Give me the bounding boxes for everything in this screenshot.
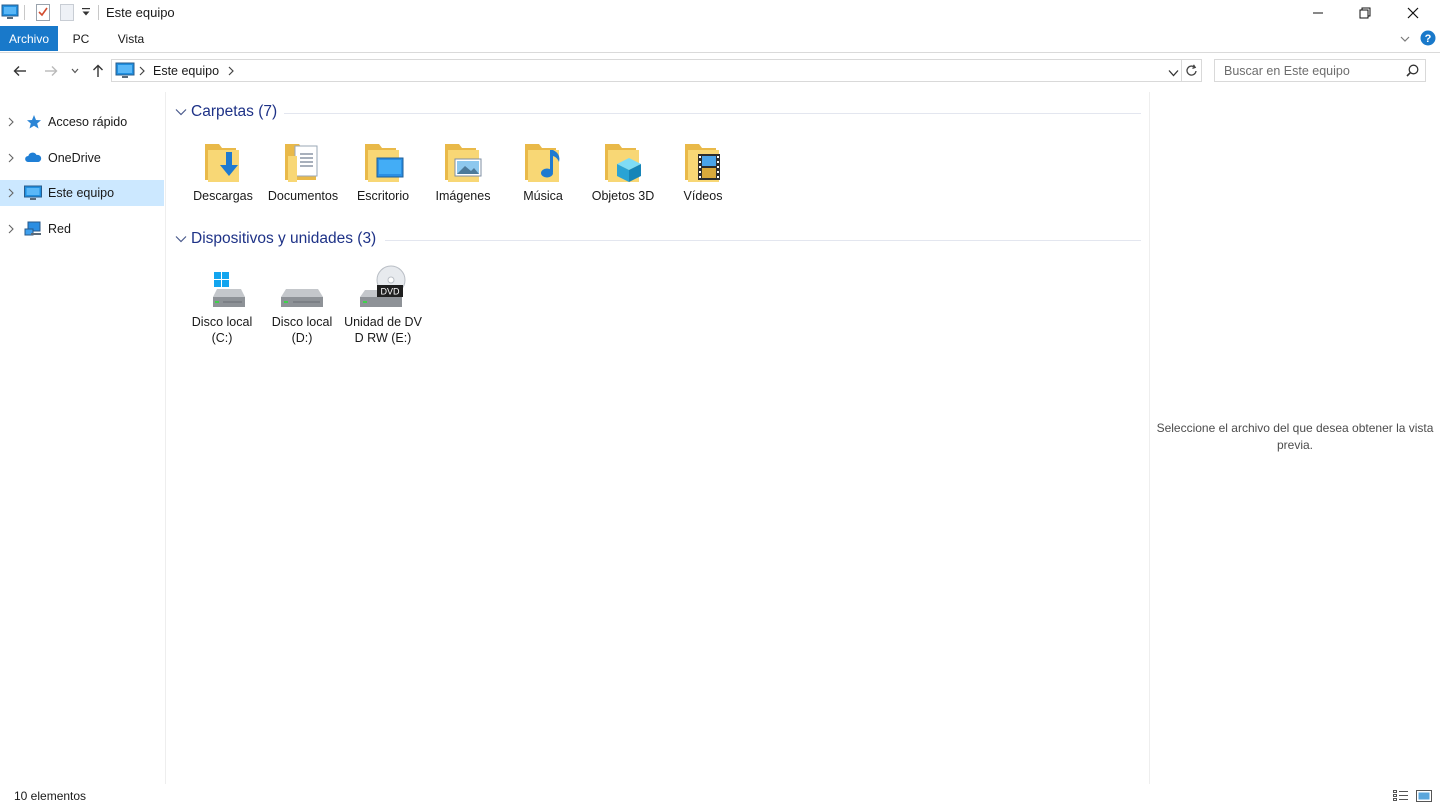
tab-archivo[interactable]: Archivo xyxy=(0,26,58,51)
tile-label: Documentos xyxy=(267,189,339,203)
expand-chevron-icon[interactable] xyxy=(7,117,15,127)
expand-chevron-icon[interactable] xyxy=(7,224,15,234)
tile-label: Vídeos xyxy=(683,189,723,203)
customize-qat-dropdown[interactable] xyxy=(79,3,93,21)
breadcrumb-este-equipo[interactable]: Este equipo xyxy=(153,64,219,78)
folder-tile-musica[interactable]: Música xyxy=(504,132,582,204)
tile-label: Imágenes xyxy=(435,189,491,203)
computer-icon xyxy=(115,62,135,79)
breadcrumb-separator-chevron-icon xyxy=(139,65,145,79)
computer-icon xyxy=(24,185,42,200)
network-icon xyxy=(24,221,41,236)
large-icons-view-icon[interactable] xyxy=(1415,788,1433,804)
refresh-icon[interactable] xyxy=(1186,64,1198,80)
tile-label: Objetos 3D xyxy=(591,189,655,203)
preview-message: Seleccione el archivo del que desea obte… xyxy=(1156,421,1434,452)
properties-icon[interactable] xyxy=(33,3,53,21)
sidebar-item-red[interactable]: Red xyxy=(0,216,164,242)
up-arrow-icon[interactable] xyxy=(88,61,108,81)
forward-arrow-icon[interactable] xyxy=(41,61,61,81)
address-history-chevron-icon[interactable] xyxy=(1168,66,1179,80)
documents-folder-icon xyxy=(264,132,342,184)
folder-tile-imagenes[interactable]: Imágenes xyxy=(424,132,502,204)
folder-tile-documentos[interactable]: Documentos xyxy=(264,132,342,204)
star-icon xyxy=(27,115,41,129)
folder-tile-escritorio[interactable]: Escritorio xyxy=(344,132,422,204)
computer-icon[interactable] xyxy=(0,3,20,21)
back-arrow-icon[interactable] xyxy=(10,61,30,81)
search-input[interactable]: Buscar en Este equipo xyxy=(1224,64,1350,78)
sidebar-item-onedrive[interactable]: OneDrive xyxy=(0,145,164,171)
tile-label: Disco local (D:) xyxy=(271,315,333,345)
drive-tile-e[interactable]: DVD Unidad de DVD RW (E:) xyxy=(344,260,422,346)
desktop-folder-icon xyxy=(344,132,422,184)
collapse-chevron-icon[interactable] xyxy=(175,235,187,243)
group-title: Dispositivos y unidades (3) xyxy=(191,230,377,247)
search-box[interactable]: Buscar en Este equipo xyxy=(1214,59,1426,82)
tile-label: Música xyxy=(523,189,563,203)
folder-tile-videos[interactable]: Vídeos xyxy=(664,132,742,204)
tab-pc[interactable]: PC xyxy=(62,26,100,51)
group-divider xyxy=(385,240,1141,241)
preview-pane: Seleccione el archivo del que desea obte… xyxy=(1149,92,1440,784)
dvd-drive-icon: DVD xyxy=(344,260,422,310)
tile-label: Escritorio xyxy=(356,189,410,203)
group-title: Carpetas (7) xyxy=(191,103,278,120)
address-bar[interactable]: Este equipo xyxy=(111,59,1202,82)
tile-label: Disco local (C:) xyxy=(191,315,253,345)
recent-locations-chevron-icon[interactable] xyxy=(67,61,83,81)
group-divider xyxy=(284,113,1141,114)
drive-tile-d[interactable]: Disco local (D:) xyxy=(263,260,341,346)
group-header-carpetas[interactable]: Carpetas (7) xyxy=(175,103,277,121)
title-bar: Este equipo xyxy=(0,0,1440,26)
details-view-icon[interactable] xyxy=(1392,788,1410,804)
tab-vista[interactable]: Vista xyxy=(108,26,154,51)
sidebar-item-este-equipo[interactable]: Este equipo xyxy=(0,180,164,206)
help-icon[interactable]: ? xyxy=(1420,30,1436,46)
dvd-badge: DVD xyxy=(380,287,400,297)
collapse-chevron-icon[interactable] xyxy=(175,108,187,116)
downloads-folder-icon xyxy=(184,132,262,184)
sidebar-item-label: Red xyxy=(48,222,71,236)
hard-drive-icon xyxy=(263,260,341,310)
minimize-button[interactable] xyxy=(1295,0,1341,26)
system-drive-icon xyxy=(183,260,261,310)
cloud-icon xyxy=(25,152,42,162)
expand-chevron-icon[interactable] xyxy=(7,153,15,163)
drive-tile-c[interactable]: Disco local (C:) xyxy=(183,260,261,346)
ribbon-tab-bar: Archivo PC Vista ? xyxy=(0,26,1440,53)
restore-button[interactable] xyxy=(1342,0,1388,26)
sidebar-item-acceso-rapido[interactable]: Acceso rápido xyxy=(0,109,164,135)
navigation-pane: Acceso rápido OneDrive Este equipo Red xyxy=(0,92,166,784)
sidebar-item-label: Acceso rápido xyxy=(48,115,128,129)
search-icon[interactable] xyxy=(1406,64,1419,80)
breadcrumb-chevron-icon[interactable] xyxy=(228,65,234,79)
tile-label: Descargas xyxy=(193,189,253,203)
window-title: Este equipo xyxy=(106,5,175,20)
close-button[interactable] xyxy=(1390,0,1436,26)
expand-ribbon-chevron-icon[interactable] xyxy=(1397,31,1413,47)
qat-separator xyxy=(98,5,99,20)
status-item-count: 10 elementos xyxy=(14,789,87,803)
tile-label: Unidad de DVD RW (E:) xyxy=(344,315,422,345)
sidebar-item-label: Este equipo xyxy=(48,186,115,200)
videos-folder-icon xyxy=(664,132,742,184)
svg-text:?: ? xyxy=(1425,33,1432,45)
expand-chevron-icon[interactable] xyxy=(7,188,15,198)
sidebar-item-label: OneDrive xyxy=(48,151,101,165)
folder-tile-descargas[interactable]: Descargas xyxy=(184,132,262,204)
pictures-folder-icon xyxy=(424,132,502,184)
address-divider xyxy=(1181,60,1182,81)
qat-separator xyxy=(24,5,25,20)
group-header-dispositivos[interactable]: Dispositivos y unidades (3) xyxy=(175,230,376,248)
3d-objects-folder-icon xyxy=(584,132,662,184)
folder-tile-objetos-3d[interactable]: Objetos 3D xyxy=(584,132,662,204)
new-folder-icon[interactable] xyxy=(58,3,76,21)
music-folder-icon xyxy=(504,132,582,184)
